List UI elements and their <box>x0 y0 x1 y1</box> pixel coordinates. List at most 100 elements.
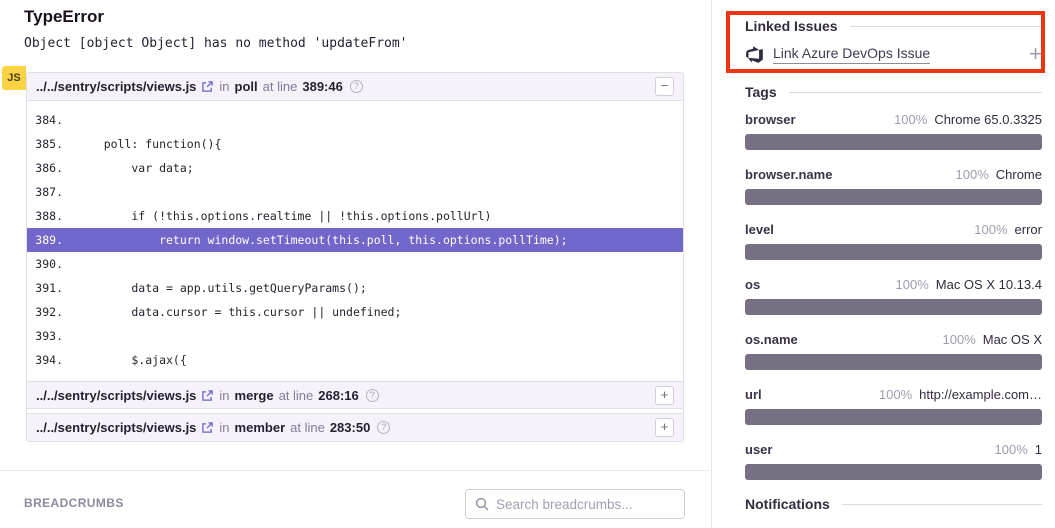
search-input[interactable] <box>496 497 675 512</box>
tag-key[interactable]: os <box>745 277 760 292</box>
stack-frame-header-merge[interactable]: ../../sentry/scripts/views.js in merge a… <box>27 381 683 409</box>
tag-row-os-name: os.name 100% Mac OS X <box>745 332 1042 370</box>
line-code: $.ajax({ <box>63 348 187 372</box>
breadcrumbs-search[interactable] <box>465 489 685 519</box>
source-code-context: 384. 385. poll: function(){ 386. var dat… <box>27 101 683 381</box>
tag-distribution-bar[interactable] <box>745 464 1042 480</box>
line-number: 384. <box>27 108 63 132</box>
sidebar-divider <box>711 0 712 528</box>
line-code <box>63 108 76 132</box>
error-type-title: TypeError <box>24 7 104 27</box>
tag-key[interactable]: browser.name <box>745 167 832 182</box>
line-number: 386. <box>27 156 63 180</box>
tag-value[interactable]: Mac OS X <box>983 332 1042 347</box>
stacktrace-panel: ../../sentry/scripts/views.js in poll at… <box>26 72 684 442</box>
code-line: 393. <box>27 324 683 348</box>
linked-issues-row: Link Azure DevOps Issue + <box>745 44 1042 64</box>
search-icon <box>475 497 489 511</box>
notifications-title: Notifications <box>745 496 830 512</box>
line-number: 394. <box>27 348 63 372</box>
link-azure-devops-issue-link[interactable]: Link Azure DevOps Issue <box>773 45 930 64</box>
line-code: data.cursor = this.cursor || undefined; <box>63 300 401 324</box>
line-code: poll: function(){ <box>63 132 221 156</box>
line-number: 393. <box>27 324 63 348</box>
tag-value[interactable]: 1 <box>1035 442 1042 457</box>
external-link-icon[interactable] <box>202 81 213 92</box>
tag-key[interactable]: os.name <box>745 332 798 347</box>
code-line: 384. <box>27 108 683 132</box>
external-link-icon[interactable] <box>202 390 213 401</box>
section-divider <box>0 470 710 471</box>
add-linked-issue-button[interactable]: + <box>1029 44 1042 64</box>
tag-row-os: os 100% Mac OS X 10.13.4 <box>745 277 1042 315</box>
line-code <box>63 180 76 204</box>
tag-percent: 100% <box>894 112 927 127</box>
line-code: return window.setTimeout(this.poll, this… <box>63 228 568 252</box>
tag-row-browser-name: browser.name 100% Chrome <box>745 167 1042 205</box>
tag-value[interactable]: Mac OS X 10.13.4 <box>936 277 1042 292</box>
code-line: 386. var data; <box>27 156 683 180</box>
frame-lineno: 283:50 <box>330 420 370 435</box>
code-line: 385. poll: function(){ <box>27 132 683 156</box>
tag-distribution-bar[interactable] <box>745 134 1042 150</box>
frame-filename[interactable]: ../../sentry/scripts/views.js <box>36 420 196 435</box>
line-code: var data; <box>63 156 194 180</box>
tag-percent: 100% <box>956 167 989 182</box>
line-number: 387. <box>27 180 63 204</box>
frame-function: merge <box>235 388 274 403</box>
line-number: 389. <box>27 228 63 252</box>
code-line: 394. $.ajax({ <box>27 348 683 372</box>
expand-frame-button[interactable]: + <box>655 418 674 437</box>
stack-frame-header-poll[interactable]: ../../sentry/scripts/views.js in poll at… <box>27 73 683 101</box>
line-number: 392. <box>27 300 63 324</box>
question-circle-icon[interactable]: ? <box>377 421 390 434</box>
tag-distribution-bar[interactable] <box>745 409 1042 425</box>
collapse-frame-button[interactable]: − <box>655 77 674 96</box>
tag-distribution-bar[interactable] <box>745 354 1042 370</box>
tag-percent: 100% <box>879 387 912 402</box>
tag-percent: 100% <box>896 277 929 292</box>
breadcrumbs-heading: BREADCRUMBS <box>24 496 124 510</box>
tag-key[interactable]: url <box>745 387 762 402</box>
azure-devops-icon <box>745 45 764 64</box>
tag-value[interactable]: http://example.com… <box>919 387 1042 402</box>
tag-row-browser: browser 100% Chrome 65.0.3325 <box>745 112 1042 150</box>
frame-lineno: 389:46 <box>302 79 342 94</box>
error-message: Object [object Object] has no method 'up… <box>24 36 408 51</box>
question-circle-icon[interactable]: ? <box>366 389 379 402</box>
tag-percent: 100% <box>943 332 976 347</box>
frame-filename[interactable]: ../../sentry/scripts/views.js <box>36 388 196 403</box>
line-number: 388. <box>27 204 63 228</box>
frame-lineno: 268:16 <box>318 388 358 403</box>
tags-heading: Tags <box>745 84 1042 100</box>
tag-distribution-bar[interactable] <box>745 299 1042 315</box>
line-code: data = app.utils.getQueryParams(); <box>63 276 367 300</box>
frame-in-label: in <box>219 79 229 94</box>
tag-percent: 100% <box>974 222 1007 237</box>
tag-value[interactable]: error <box>1015 222 1042 237</box>
tag-value[interactable]: Chrome <box>996 167 1042 182</box>
tag-value[interactable]: Chrome 65.0.3325 <box>934 112 1042 127</box>
code-line: 388. if (!this.options.realtime || !this… <box>27 204 683 228</box>
tag-distribution-bar[interactable] <box>745 244 1042 260</box>
tag-key[interactable]: user <box>745 442 772 457</box>
frame-function: member <box>235 420 286 435</box>
tag-row-url: url 100% http://example.com… <box>745 387 1042 425</box>
tag-key[interactable]: browser <box>745 112 796 127</box>
question-circle-icon[interactable]: ? <box>350 80 363 93</box>
frame-filename[interactable]: ../../sentry/scripts/views.js <box>36 79 196 94</box>
stack-frame-header-member[interactable]: ../../sentry/scripts/views.js in member … <box>27 413 683 441</box>
frame-atline-label: at line <box>279 388 314 403</box>
external-link-icon[interactable] <box>202 422 213 433</box>
linked-issues-title: Linked Issues <box>745 18 838 34</box>
code-line: 391. data = app.utils.getQueryParams(); <box>27 276 683 300</box>
line-code <box>63 324 76 348</box>
tag-distribution-bar[interactable] <box>745 189 1042 205</box>
frame-atline-label: at line <box>290 420 325 435</box>
expand-frame-button[interactable]: + <box>655 386 674 405</box>
issue-detail-page: TypeError Object [object Object] has no … <box>0 0 1055 528</box>
tag-key[interactable]: level <box>745 222 774 237</box>
tag-row-user: user100%1 <box>745 442 1042 480</box>
frame-atline-label: at line <box>263 79 298 94</box>
line-code: if (!this.options.realtime || !this.opti… <box>63 204 491 228</box>
